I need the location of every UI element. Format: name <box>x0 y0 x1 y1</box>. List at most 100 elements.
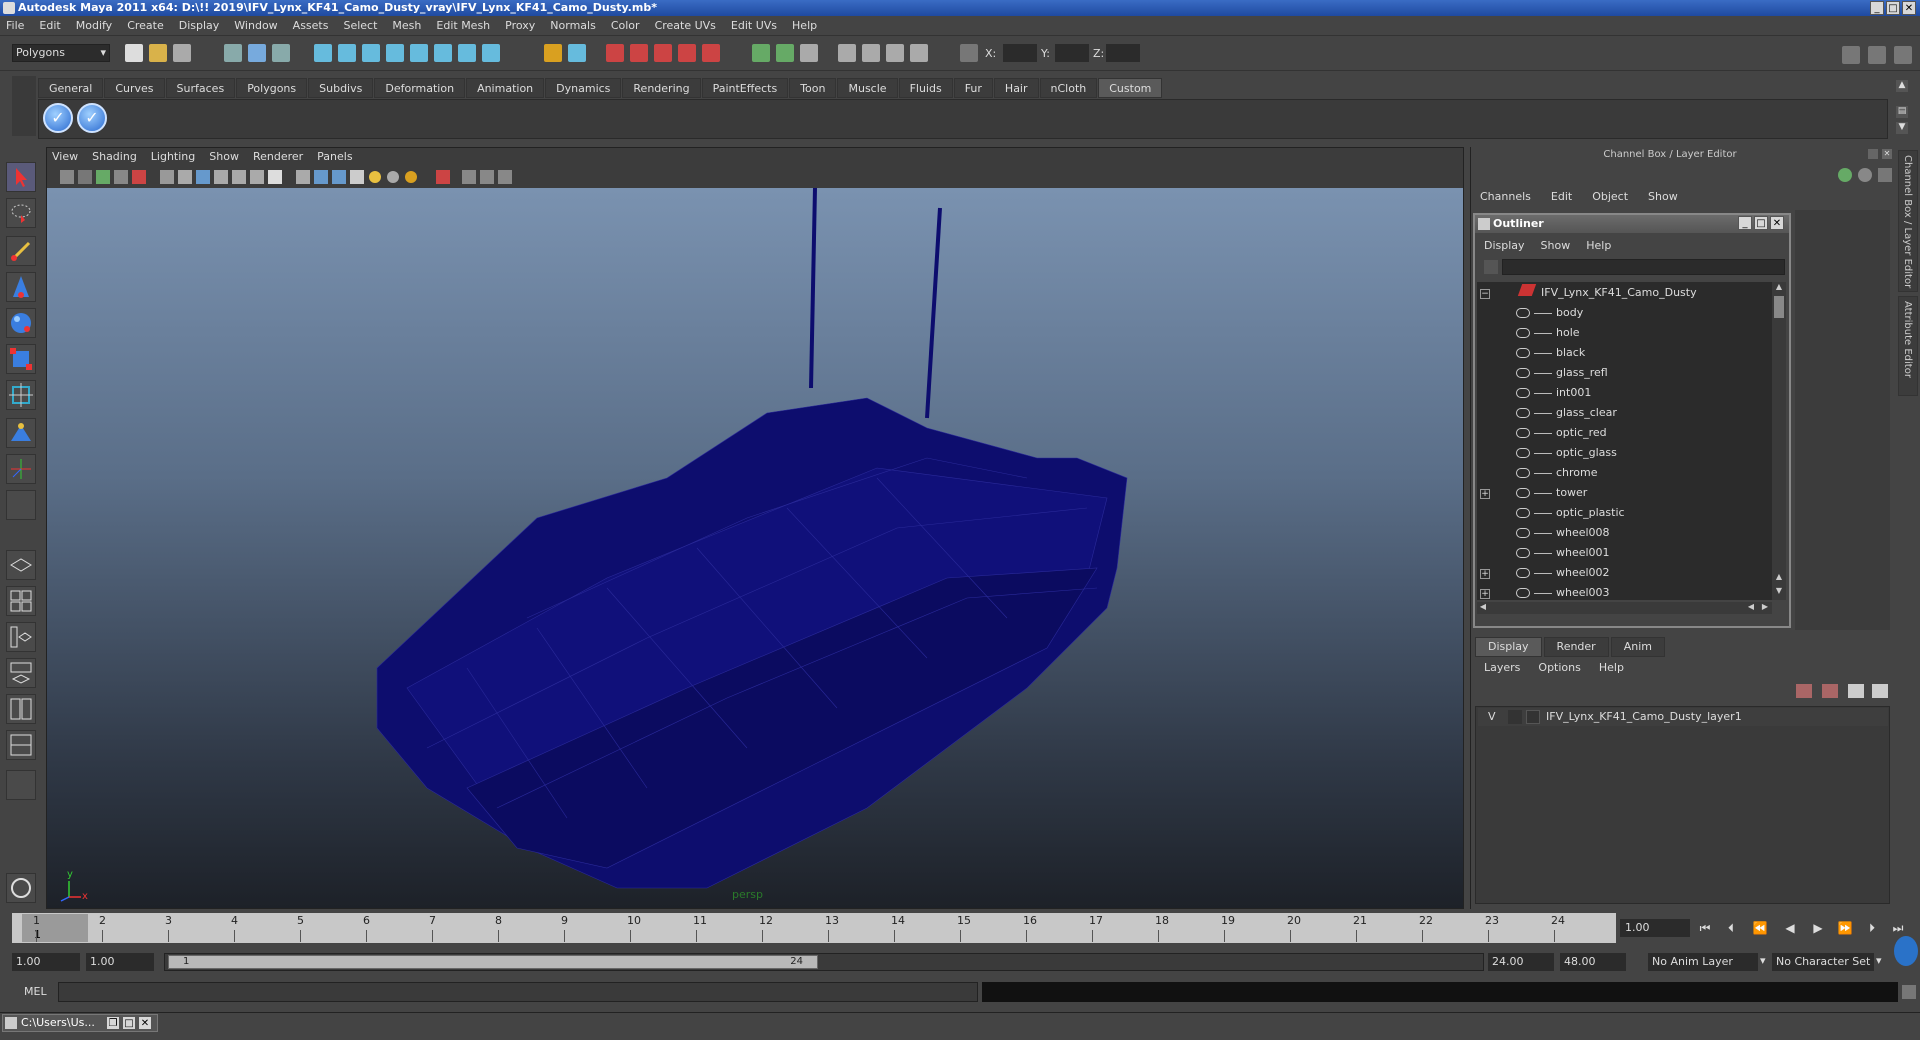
shelf-tab-polygons[interactable]: Polygons <box>236 78 308 98</box>
shelf-tab-rendering[interactable]: Rendering <box>622 78 701 98</box>
side-tab-channel-box[interactable]: Channel Box / Layer Editor <box>1898 150 1918 292</box>
scroll-left-icon[interactable]: ◀ <box>1477 602 1489 614</box>
shelf-tab-subdivs[interactable]: Subdivs <box>308 78 374 98</box>
snap-view-plane-icon[interactable] <box>386 44 404 62</box>
menu-modify[interactable]: Modify <box>76 19 112 32</box>
shelf-tab-muscle[interactable]: Muscle <box>837 78 898 98</box>
universal-manipulator-icon[interactable] <box>6 380 36 410</box>
scale-tool-icon[interactable] <box>6 344 36 374</box>
start-time-field[interactable]: 1.00 <box>12 953 80 971</box>
transform-field-icon[interactable] <box>960 44 978 62</box>
play-backwards-icon[interactable]: ◀ <box>1780 919 1800 937</box>
outliner-item[interactable]: black <box>1480 343 1585 363</box>
toolbox-collapse-icon[interactable] <box>6 770 36 800</box>
outliner-menu-display[interactable]: Display <box>1484 239 1525 252</box>
snap-curve-icon[interactable] <box>338 44 356 62</box>
step-forward-frame-icon[interactable]: ⏵ <box>1862 919 1882 937</box>
layer-tab-anim[interactable]: Anim <box>1610 637 1665 657</box>
magnet-live-icon[interactable] <box>702 44 720 62</box>
help-question-icon[interactable] <box>482 44 500 62</box>
viewport-toolbar-icons[interactable] <box>50 167 610 187</box>
hypershade-persp-layout-icon[interactable] <box>6 694 36 724</box>
shelf-tab-curves[interactable]: Curves <box>104 78 165 98</box>
snap-grid-icon[interactable] <box>314 44 332 62</box>
attribute-editor-toggle-icon[interactable] <box>1842 46 1860 64</box>
magnet-surface-icon[interactable] <box>678 44 696 62</box>
single-pane-layout-icon[interactable] <box>6 550 36 580</box>
go-to-start-icon[interactable]: ⏮ <box>1695 919 1715 937</box>
taskbar-close-button[interactable]: ✕ <box>138 1016 152 1030</box>
shelf-tab-fluids[interactable]: Fluids <box>898 78 953 98</box>
expand-icon[interactable]: + <box>1480 489 1490 499</box>
maximize-button[interactable]: □ <box>1886 1 1900 15</box>
paint-select-tool-icon[interactable] <box>6 236 36 266</box>
outliner-item[interactable]: optic_red <box>1480 423 1607 443</box>
menu-create[interactable]: Create <box>127 19 164 32</box>
outliner-item[interactable]: optic_plastic <box>1480 503 1625 523</box>
channel-box-speed-icon[interactable] <box>1878 168 1892 182</box>
outliner-item[interactable]: + tower <box>1480 483 1587 503</box>
last-tool-slot-icon[interactable] <box>6 490 36 520</box>
autokey-icon[interactable] <box>1894 936 1918 966</box>
outliner-menu-show[interactable]: Show <box>1541 239 1571 252</box>
character-set-chevron-icon[interactable]: ▾ <box>1876 954 1882 967</box>
snap-point-icon[interactable] <box>362 44 380 62</box>
menu-color[interactable]: Color <box>611 19 640 32</box>
mel-label[interactable]: MEL <box>24 985 47 998</box>
outliner-item[interactable]: chrome <box>1480 463 1598 483</box>
panel-float-icon[interactable] <box>1868 149 1878 159</box>
menu-file[interactable]: File <box>6 19 24 32</box>
playback-end-field[interactable]: 24.00 <box>1488 953 1554 971</box>
layer-row[interactable]: V IFV_Lynx_KF41_Camo_Dusty_layer1 <box>1478 708 1888 726</box>
shelf-tab-custom[interactable]: Custom <box>1098 78 1163 98</box>
minimize-button[interactable]: _ <box>1870 1 1884 15</box>
menu-create-uvs[interactable]: Create UVs <box>655 19 716 32</box>
menu-window[interactable]: Window <box>234 19 277 32</box>
outliner-close-button[interactable]: ✕ <box>1770 216 1784 230</box>
side-tab-attribute-editor[interactable]: Attribute Editor <box>1898 296 1918 396</box>
character-set-dropdown[interactable]: No Character Set <box>1772 953 1874 971</box>
scroll-up-icon[interactable]: ▲ <box>1773 282 1785 294</box>
viewport-menu-show[interactable]: Show <box>209 150 239 166</box>
menu-proxy[interactable]: Proxy <box>505 19 535 32</box>
layer-color-swatch[interactable] <box>1526 710 1540 724</box>
outliner-filter-field[interactable] <box>1502 259 1785 275</box>
layer-menu-layers[interactable]: Layers <box>1484 661 1520 674</box>
menu-set-dropdown[interactable]: Polygons ▾ <box>12 44 110 62</box>
layer-playback-toggle[interactable] <box>1508 710 1522 724</box>
viewport-menu-view[interactable]: View <box>52 150 78 166</box>
outliner-item[interactable]: + wheel002 <box>1480 563 1610 583</box>
shelf-tab-ncloth[interactable]: nCloth <box>1039 78 1098 98</box>
shelf-tab-deformation[interactable]: Deformation <box>374 78 466 98</box>
construction-history-icon[interactable] <box>800 44 818 62</box>
x-field[interactable] <box>1003 44 1037 62</box>
outliner-maximize-button[interactable]: □ <box>1754 216 1768 230</box>
outliner-minimize-button[interactable]: _ <box>1738 216 1752 230</box>
perspective-viewport[interactable]: y x <box>47 188 1463 908</box>
channel-box-menu-show[interactable]: Show <box>1648 190 1678 203</box>
menu-normals[interactable]: Normals <box>550 19 596 32</box>
create-layer-from-selected-icon[interactable] <box>1872 684 1888 698</box>
move-layer-up-icon[interactable] <box>1796 684 1812 698</box>
scroll-up-lower-icon[interactable]: ▲ <box>1773 572 1785 584</box>
magnet-point-icon[interactable] <box>654 44 672 62</box>
outliner-item[interactable]: wheel008 <box>1480 523 1610 543</box>
playback-start-field[interactable]: 1.00 <box>86 953 154 971</box>
open-scene-icon[interactable] <box>149 44 167 62</box>
lock-icon[interactable] <box>544 44 562 62</box>
menu-display[interactable]: Display <box>179 19 220 32</box>
viewport-menu-panels[interactable]: Panels <box>317 150 352 166</box>
outliner-horizontal-scrollbar[interactable]: ◀ ◀ ▶ <box>1477 602 1772 614</box>
checkmark-shelf-button-2-icon[interactable]: ✓ <box>77 103 107 133</box>
four-pane-layout-icon[interactable] <box>6 586 36 616</box>
shelf-tab-painteffects[interactable]: PaintEffects <box>701 78 789 98</box>
layer-name[interactable]: IFV_Lynx_KF41_Camo_Dusty_layer1 <box>1546 708 1742 726</box>
shelf-menu-handle[interactable] <box>12 76 36 136</box>
outliner-item[interactable]: optic_glass <box>1480 443 1617 463</box>
step-back-key-icon[interactable]: ⏪ <box>1750 919 1770 937</box>
scroll-down-icon[interactable]: ▼ <box>1773 586 1785 598</box>
menu-assets[interactable]: Assets <box>293 19 329 32</box>
shelf-scroll-up-icon[interactable]: ▲ <box>1896 80 1908 92</box>
shelf-tab-general[interactable]: General <box>38 78 104 98</box>
menu-select[interactable]: Select <box>343 19 377 32</box>
